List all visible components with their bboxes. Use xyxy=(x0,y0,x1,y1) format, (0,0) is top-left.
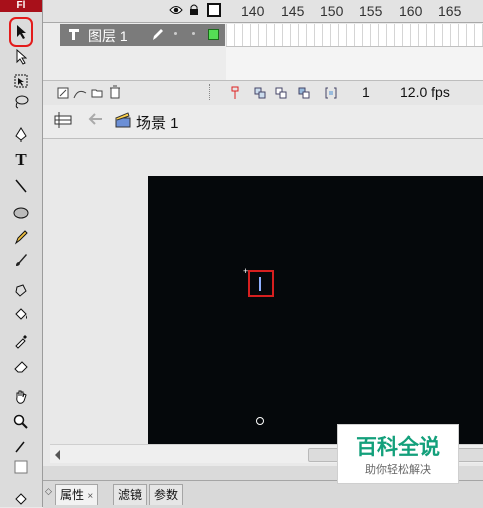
app-logo: Fl xyxy=(0,0,42,12)
frame-number: 150 xyxy=(320,3,344,19)
properties-panel-tabs: ◇ 属性 × 滤镜 参数 xyxy=(43,480,483,508)
pencil-tool-icon[interactable] xyxy=(9,227,33,247)
frames-grid[interactable] xyxy=(226,24,483,47)
scene-clapper-icon xyxy=(114,111,132,133)
frame-number: 165 xyxy=(438,3,462,19)
frame-number: 145 xyxy=(281,3,305,19)
frames-empty xyxy=(226,47,483,80)
add-motion-guide-icon[interactable] xyxy=(73,86,87,102)
text-cursor-highlight xyxy=(248,270,274,297)
tab-filters[interactable]: 滤镜 xyxy=(113,484,148,505)
back-arrow-icon[interactable] xyxy=(88,112,104,130)
subselection-tool-icon[interactable] xyxy=(9,47,33,67)
layer-outline-swatch[interactable] xyxy=(208,29,219,40)
eraser-tool-icon[interactable] xyxy=(9,356,33,376)
frame-rate[interactable]: 12.0 fps xyxy=(400,84,450,100)
onion-skin-icon[interactable] xyxy=(275,86,287,102)
resize-grip[interactable] xyxy=(209,84,212,100)
text-caret[interactable] xyxy=(259,277,261,291)
free-transform-tool-icon[interactable] xyxy=(9,71,33,91)
pencil-icon xyxy=(152,28,164,44)
line-tool-icon[interactable] xyxy=(9,176,33,196)
eyedropper-tool-icon[interactable] xyxy=(9,331,33,351)
fill-color-icon[interactable] xyxy=(9,457,33,477)
pen-tool-icon[interactable] xyxy=(9,125,33,145)
timeline-footer: 1 12.0 fps xyxy=(43,80,483,106)
layer-name: 图层 1 xyxy=(88,28,128,44)
brush-tool-icon[interactable] xyxy=(9,250,33,270)
hand-tool-icon[interactable] xyxy=(9,387,33,407)
timeline-toggle-icon[interactable] xyxy=(53,111,73,133)
tab-parameters[interactable]: 参数 xyxy=(149,484,184,505)
current-frame: 1 xyxy=(362,84,370,100)
onion-outlines-icon[interactable] xyxy=(298,86,310,102)
center-frame-icon[interactable] xyxy=(254,86,266,102)
watermark-subtitle: 助你轻松解决 xyxy=(365,464,431,476)
close-icon[interactable]: × xyxy=(87,491,93,502)
tab-properties[interactable]: 属性 × xyxy=(55,484,99,505)
tab-filters-label: 滤镜 xyxy=(118,488,143,502)
zoom-tool-icon[interactable] xyxy=(9,412,33,432)
tab-properties-label: 属性 xyxy=(60,488,85,502)
frame-number: 160 xyxy=(399,3,423,19)
panel-collapse-icon[interactable]: ◇ xyxy=(45,486,52,497)
insert-folder-icon[interactable] xyxy=(91,86,103,102)
edit-multiple-frames-icon[interactable] xyxy=(325,86,337,102)
lasso-tool-icon[interactable] xyxy=(9,92,33,112)
stroke-color-icon[interactable] xyxy=(9,437,33,457)
watermark-title: 百科全说 xyxy=(356,436,440,459)
delete-layer-icon[interactable] xyxy=(109,85,121,102)
outline-icon[interactable] xyxy=(207,3,221,17)
selection-tool-icon[interactable] xyxy=(9,22,33,42)
frame-number: 140 xyxy=(241,3,265,19)
paint-bucket-tool-icon[interactable] xyxy=(9,305,33,325)
insert-layer-icon[interactable] xyxy=(57,86,69,102)
lock-icon[interactable] xyxy=(189,3,199,21)
layer-icon xyxy=(68,28,80,44)
lock-dot[interactable] xyxy=(192,32,195,35)
oval-tool-icon[interactable] xyxy=(9,203,33,223)
stage[interactable] xyxy=(148,176,483,444)
layer-row[interactable]: 图层 1 xyxy=(60,24,225,46)
playhead-marker-icon xyxy=(231,84,239,103)
text-tool-icon[interactable]: T xyxy=(9,150,33,170)
frame-number: 155 xyxy=(359,3,383,19)
watermark: 百科全说 助你轻松解决 xyxy=(337,424,459,484)
scene-breadcrumb[interactable]: 场景 1 xyxy=(136,112,179,133)
ink-bottle-tool-icon[interactable] xyxy=(9,281,33,301)
tab-parameters-label: 参数 xyxy=(154,488,179,502)
visibility-dot[interactable] xyxy=(174,32,177,35)
swap-colors-icon[interactable] xyxy=(9,488,33,508)
registration-point xyxy=(256,417,264,425)
edit-bar: 场景 1 xyxy=(43,105,483,139)
eye-icon[interactable] xyxy=(169,3,183,21)
scroll-left-icon[interactable] xyxy=(54,448,62,466)
